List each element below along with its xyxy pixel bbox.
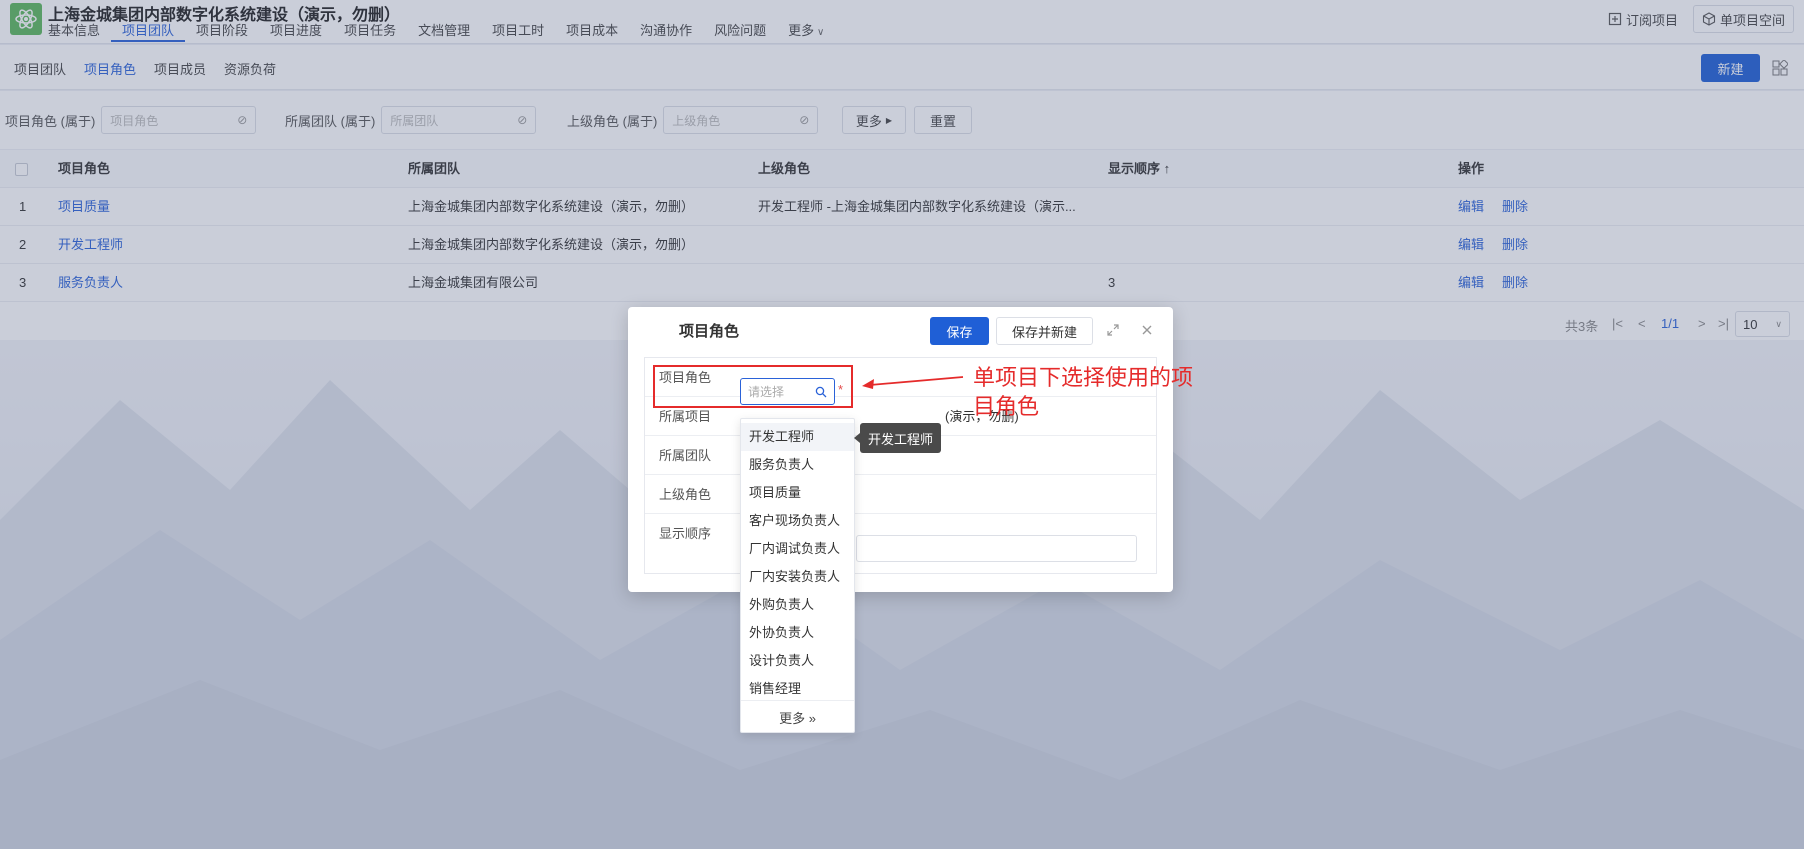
role-dropdown: 开发工程师 服务负责人 项目质量 客户现场负责人 厂内调试负责人 厂内安装负责人… bbox=[740, 418, 855, 733]
annotation-arrow-icon bbox=[862, 376, 964, 389]
dropdown-option[interactable]: 销售经理 bbox=[741, 675, 854, 699]
annotation-text: 单项目下选择使用的项目角色 bbox=[973, 365, 1194, 419]
option-tooltip: 开发工程师 bbox=[854, 423, 941, 453]
dropdown-option[interactable]: 客户现场负责人 bbox=[741, 507, 854, 535]
save-button[interactable]: 保存 bbox=[930, 317, 989, 345]
dropdown-option[interactable]: 厂内调试负责人 bbox=[741, 535, 854, 563]
dropdown-option[interactable]: 外购负责人 bbox=[741, 591, 854, 619]
form-row-parent: 上级角色 bbox=[645, 475, 1156, 514]
close-icon[interactable] bbox=[1140, 323, 1154, 337]
parent-field-label: 上级角色 bbox=[659, 487, 712, 502]
expand-icon[interactable] bbox=[1106, 323, 1120, 337]
display-order-input[interactable] bbox=[856, 535, 1137, 562]
team-field-label: 所属团队 bbox=[659, 448, 712, 463]
order-field-label: 显示顺序 bbox=[659, 526, 712, 541]
dropdown-option[interactable]: 设计负责人 bbox=[741, 647, 854, 675]
dialog-title: 项目角色 bbox=[679, 323, 740, 340]
dropdown-option[interactable]: 厂内安装负责人 bbox=[741, 563, 854, 591]
dropdown-more-button[interactable]: 更多 » bbox=[741, 700, 854, 733]
dropdown-option[interactable]: 开发工程师 bbox=[741, 423, 854, 451]
dropdown-option[interactable]: 外协负责人 bbox=[741, 619, 854, 647]
dropdown-option[interactable]: 服务负责人 bbox=[741, 451, 854, 479]
save-and-new-button[interactable]: 保存并新建 bbox=[996, 317, 1093, 345]
annotation-highlight-box bbox=[653, 365, 853, 408]
dropdown-option[interactable]: 项目质量 bbox=[741, 479, 854, 507]
